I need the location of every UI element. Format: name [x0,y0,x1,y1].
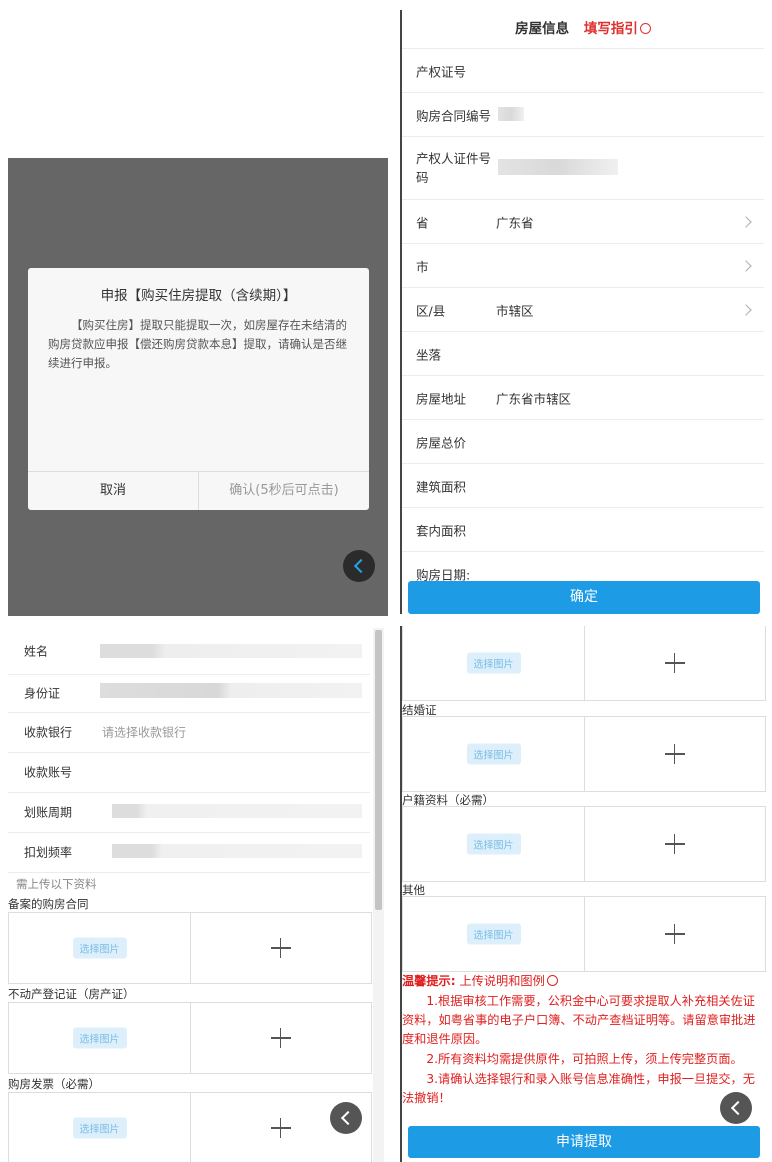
house-info-header: 房屋信息 填写指引 [402,10,764,49]
redacted-value [498,159,618,175]
fill-guide-link[interactable]: 填写指引 [584,21,651,37]
redacted-value [100,683,362,698]
upload-label-property-cert: 不动产登记证（房产证） [8,987,135,1001]
tip-line-3: 3.请确认选择银行和录入账号信息准确性，申报一旦提交，无法撤销！ [402,1072,755,1105]
field-transfer-cycle[interactable]: 划账周期 [8,792,370,833]
chevron-right-icon [740,303,752,316]
upload-hint: 需上传以下资料 [16,877,97,891]
field-total-price[interactable]: 房屋总价 [402,420,764,464]
upload-panel: 选择图片 结婚证 选择图片 户籍资料（必需） 选择图片 其他 选择图片 温馨提示… [400,626,766,1162]
field-name[interactable]: 姓名 [8,628,370,675]
account-panel: 姓名 身份证 收款银行 请选择收款银行 收款账号 划账周期 扣划频率 需上传以下资… [8,628,386,1162]
back-button[interactable] [343,550,375,582]
cancel-button[interactable]: 取消 [28,472,199,510]
dialog-buttons: 取消 确认(5秒后可点击) [28,471,369,510]
tip-line-2: 2.所有资料均需提供原件，可拍照上传，须上传完整页面。 [426,1052,743,1066]
chevron-right-icon [740,259,752,272]
pick-image-button[interactable]: 选择图片 [466,743,521,765]
field-address[interactable]: 房屋地址 广东省市辖区 [402,376,764,420]
plus-icon [270,938,291,958]
upload-contract: 选择图片 [8,912,372,984]
house-info-panel: 房屋信息 填写指引 产权证号 购房合同编号 产权人证件号码 省广东省 市 区/县… [400,10,764,614]
tips-guide-link[interactable]: 上传说明和图例 [460,974,558,988]
back-button[interactable] [330,1102,362,1134]
plus-icon [664,744,685,764]
field-city[interactable]: 市 [402,244,764,288]
back-button[interactable] [720,1092,752,1124]
plus-icon [664,924,685,944]
field-id-card[interactable]: 身份证 [8,674,370,713]
field-contract-no[interactable]: 购房合同编号 [402,93,764,137]
tips-heading-line: 温馨提示: 上传说明和图例 [402,972,764,991]
confirm-dialog: 申报【购买住房提取（含续期）】 【购买住房】提取只能提取一次，如房屋存在未结清的… [28,268,369,510]
upload-invoice: 选择图片 [8,1092,372,1162]
chevron-left-icon [730,1100,746,1116]
confirm-button[interactable]: 确认(5秒后可点击) [199,472,369,510]
tip-line-1: 1.根据审核工作需要，公积金中心可要求提取人补充相关佐证资料，如粤省事的电子户口… [402,994,756,1046]
tips-heading: 温馨提示: [402,974,456,988]
apply-withdraw-button[interactable]: 申请提取 [408,1126,760,1158]
redacted-value [112,804,362,818]
field-province[interactable]: 省广东省 [402,200,764,244]
field-deduct-frequency[interactable]: 扣划频率 [8,832,370,873]
upload-marriage-cert: 选择图片 [402,716,766,792]
plus-icon [270,1118,291,1138]
confirm-ok-button[interactable]: 确定 [408,581,760,614]
pick-image-button[interactable]: 选择图片 [72,1117,127,1139]
add-image-button[interactable] [584,807,765,881]
add-image-button[interactable] [584,626,765,700]
upload-label-contract: 备案的购房合同 [8,897,89,911]
redacted-value [112,844,362,858]
pick-image-button[interactable]: 选择图片 [72,1027,127,1049]
dialog-message: 【购买住房】提取只能提取一次，如房屋存在未结清的购房贷款应申报【偿还购房贷款本息… [48,318,347,370]
pick-image-button[interactable]: 选择图片 [72,937,127,959]
field-building-area[interactable]: 建筑面积 [402,464,764,508]
add-image-button[interactable] [190,913,371,983]
pick-image-button[interactable]: 选择图片 [466,833,521,855]
dialog-title: 申报【购买住房提取（含续期）】 [100,288,297,304]
redacted-value [100,644,362,658]
plus-icon [664,653,685,673]
upload-property-cert: 选择图片 [8,1002,372,1074]
add-image-button[interactable] [584,897,765,971]
plus-icon [270,1028,291,1048]
house-info-title: 房屋信息 [515,21,570,37]
chevron-right-icon [740,215,752,228]
field-property-cert-no[interactable]: 产权证号 [402,49,764,93]
upload-household: 选择图片 [402,806,766,882]
chevron-left-icon [353,558,369,574]
upload-other: 选择图片 [402,896,766,972]
upload-previous: 选择图片 [402,626,766,701]
field-inner-area[interactable]: 套内面积 [402,508,764,552]
chevron-left-icon [340,1110,356,1126]
upload-label-invoice: 购房发票（必需） [8,1077,100,1091]
add-image-button[interactable] [584,717,765,791]
scrollbar-thumb[interactable] [375,630,382,910]
field-account-no[interactable]: 收款账号 [8,752,370,793]
info-circle-icon [546,975,558,986]
info-circle-icon [639,23,651,34]
field-bank[interactable]: 收款银行 请选择收款银行 [8,712,370,753]
plus-icon [664,834,685,854]
field-owner-id-no[interactable]: 产权人证件号码 [402,137,764,200]
add-image-button[interactable] [190,1003,371,1073]
field-district[interactable]: 区/县 市辖区 [402,288,764,332]
dialog-overlay: 申报【购买住房提取（含续期）】 【购买住房】提取只能提取一次，如房屋存在未结清的… [8,158,388,616]
field-location[interactable]: 坐落 [402,332,764,376]
pick-image-button[interactable]: 选择图片 [466,923,521,945]
redacted-value [498,107,524,121]
pick-image-button[interactable]: 选择图片 [466,652,521,674]
